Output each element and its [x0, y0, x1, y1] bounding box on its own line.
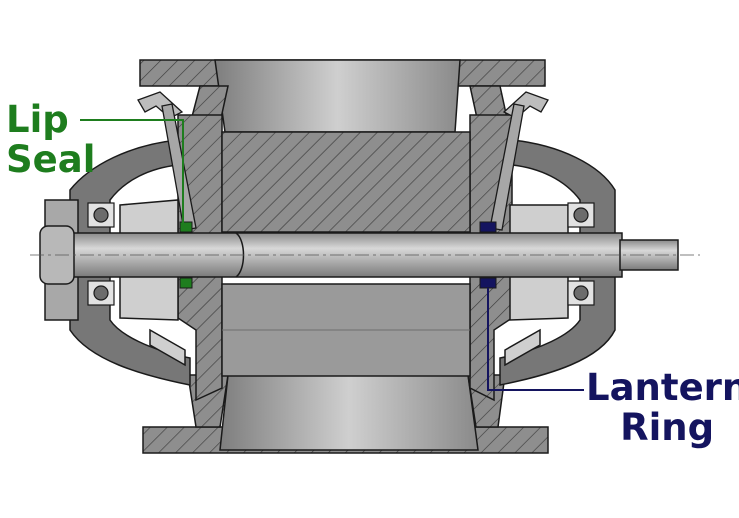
lip-seal-label: Lip Seal — [6, 100, 95, 180]
lantern-ring-label: Lantern Ring — [586, 368, 739, 448]
rotary-valve-cross-section-diagram: Lip Seal Lantern Ring — [0, 0, 739, 513]
lip-seal-label-line2: Seal — [6, 138, 96, 181]
lip-seal-label-line1: Lip — [6, 98, 69, 141]
lantern-ring-label-line1: Lantern — [586, 366, 739, 409]
lantern-ring-label-line2: Ring — [620, 406, 715, 449]
drive-shaft — [30, 225, 700, 285]
